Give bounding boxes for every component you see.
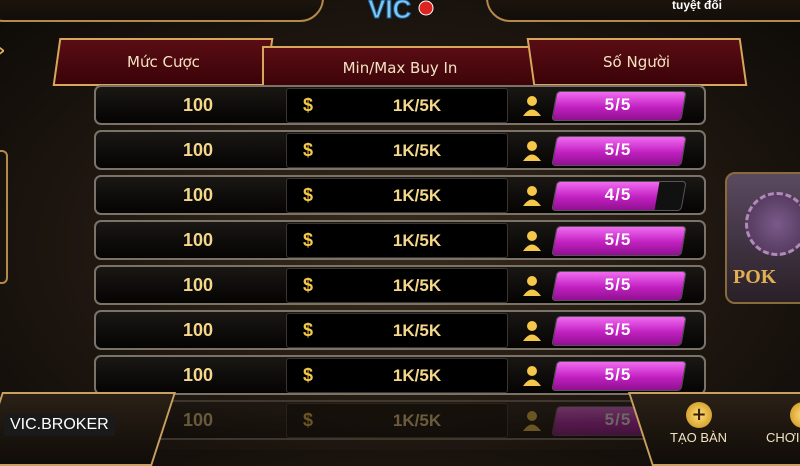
poker-chip-icon <box>745 192 800 256</box>
buy-in-box: $1K/5K <box>286 268 508 303</box>
table-row[interactable]: 100 $1K/5K 5/5 <box>94 355 706 395</box>
player-count-value: 5/5 <box>604 320 632 339</box>
buy-in-box: $1K/5K <box>286 358 508 393</box>
person-icon <box>523 141 541 161</box>
person-icon <box>523 276 541 296</box>
buy-in-value: 1K/5K <box>392 141 442 160</box>
table-row[interactable]: 100 $1K/5K 4/5 <box>94 175 706 215</box>
buy-in-value: 1K/5K <box>392 96 442 115</box>
bet-value: 100 <box>182 230 214 250</box>
dollar-icon: $ <box>303 410 314 430</box>
table-row[interactable]: 100 $1K/5K 5/5 <box>94 310 706 350</box>
dollar-icon: $ <box>303 230 314 250</box>
bottom-right-panel <box>627 392 800 466</box>
top-right-panel <box>486 0 800 22</box>
create-table-icon[interactable]: + <box>686 402 712 428</box>
column-header-buy-in-label: Min/Max Buy In <box>342 59 458 77</box>
column-header-bet: Mức Cược <box>52 38 274 86</box>
buy-in-box: $1K/5K <box>286 88 508 123</box>
bet-value: 100 <box>182 140 214 160</box>
buy-in-box: $1K/5K <box>286 133 508 168</box>
play-now-button[interactable]: CHƠI <box>766 430 800 445</box>
buy-in-value: 1K/5K <box>392 231 442 250</box>
buy-in-value: 1K/5K <box>392 321 442 340</box>
table-row[interactable]: 100 $1K/5K 5/5 <box>94 130 706 170</box>
dollar-icon: $ <box>303 320 314 340</box>
buy-in-box: $1K/5K <box>286 313 508 348</box>
person-icon <box>523 186 541 206</box>
table-row[interactable]: 100 $1K/5K 5/5 <box>94 400 706 440</box>
vic-logo: VIC <box>368 0 434 24</box>
person-icon <box>523 231 541 251</box>
dollar-icon: $ <box>303 140 314 160</box>
column-header-buy-in: Min/Max Buy In <box>262 46 538 90</box>
left-side-panel <box>0 150 8 284</box>
table-row[interactable]: 100 $1K/5K 5/5 <box>94 265 706 305</box>
column-header-players-label: Số Người <box>603 53 671 71</box>
player-count-value: 5/5 <box>604 95 632 114</box>
dollar-icon: $ <box>303 365 314 385</box>
buy-in-value: 1K/5K <box>392 186 442 205</box>
back-arrow-icon[interactable]: › <box>0 40 5 61</box>
dollar-icon: $ <box>303 95 314 115</box>
person-icon <box>523 411 541 431</box>
player-count-value: 5/5 <box>604 275 632 294</box>
buy-in-value: 1K/5K <box>392 276 442 295</box>
person-icon <box>523 321 541 341</box>
bet-value: 100 <box>182 275 214 295</box>
table-row[interactable]: 100 $1K/5K 5/5 <box>94 220 706 260</box>
create-table-button[interactable]: TẠO BÀN <box>670 430 727 445</box>
buy-in-box: $1K/5K <box>286 178 508 213</box>
column-header-players: Số Người <box>526 38 748 86</box>
top-left-panel <box>0 0 324 22</box>
dollar-icon: $ <box>303 185 314 205</box>
table-row[interactable]: 100 $1K/5K 5/5 <box>94 85 706 125</box>
bet-value: 100 <box>182 95 214 115</box>
broker-watermark: VIC.BROKER <box>4 414 115 436</box>
poker-game-card[interactable]: POK <box>725 172 800 304</box>
buy-in-value: 1K/5K <box>392 411 442 430</box>
logo-text: VIC <box>368 0 412 24</box>
person-icon <box>523 96 541 116</box>
top-right-text: tuyệt đối <box>672 0 722 12</box>
poker-game-label: POK <box>733 266 777 288</box>
buy-in-box: $1K/5K <box>286 223 508 258</box>
person-icon <box>523 366 541 386</box>
player-count-value: 5/5 <box>604 365 632 384</box>
player-count-value: 5/5 <box>604 230 632 249</box>
player-count-value: 4/5 <box>604 185 632 204</box>
buy-in-value: 1K/5K <box>392 366 442 385</box>
dollar-icon: $ <box>303 275 314 295</box>
column-header-bet-label: Mức Cược <box>126 53 200 71</box>
buy-in-box: $1K/5K <box>286 403 508 438</box>
bet-value: 100 <box>182 185 214 205</box>
bet-value: 100 <box>182 320 214 340</box>
player-count-value: 5/5 <box>604 140 632 159</box>
bet-value: 100 <box>182 365 214 385</box>
